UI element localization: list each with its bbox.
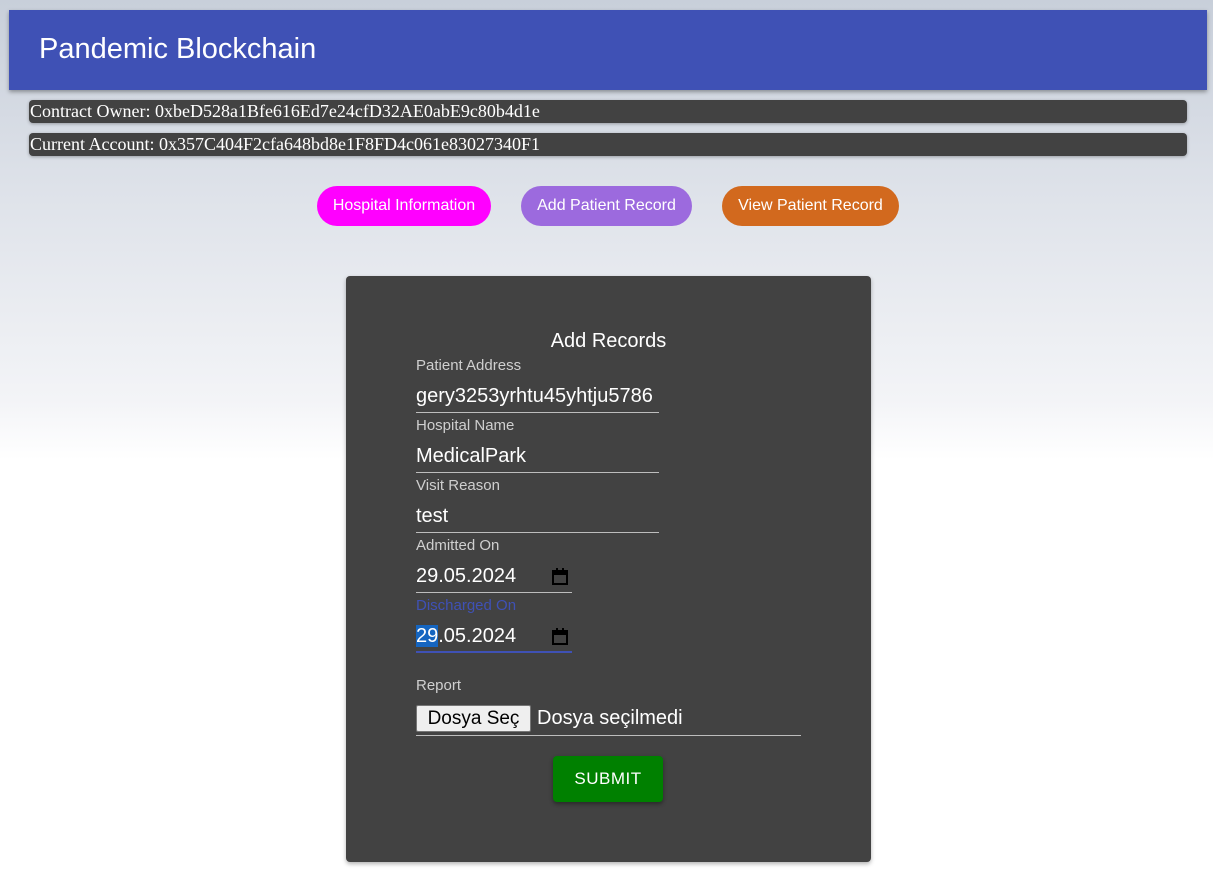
report-file-input: Dosya Seç Dosya seçilmedi	[416, 704, 801, 736]
admitted-on-value: 29.05.2024	[416, 565, 517, 587]
current-account-bar: Current Account: 0x357C404F2cfa648bd8e1F…	[29, 133, 1187, 156]
calendar-icon[interactable]	[552, 568, 568, 585]
submit-button[interactable]: SUBMIT	[553, 756, 663, 802]
discharged-on-input[interactable]: 29.05.2024	[416, 620, 572, 653]
add-patient-record-button[interactable]: Add Patient Record	[521, 186, 692, 226]
app-title: Pandemic Blockchain	[39, 33, 317, 65]
calendar-icon[interactable]	[552, 628, 568, 645]
admitted-on-input[interactable]: 29.05.2024	[416, 560, 572, 593]
contract-owner-bar: Contract Owner: 0xbeD528a1Bfe616Ed7e24cf…	[29, 100, 1187, 123]
form-title: Add Records	[550, 330, 667, 352]
visit-reason-input[interactable]: test	[416, 500, 659, 533]
hospital-name-input[interactable]: MedicalPark	[416, 440, 659, 473]
hospital-information-button[interactable]: Hospital Information	[317, 186, 491, 226]
choose-file-button[interactable]: Dosya Seç	[416, 705, 531, 732]
discharged-day-segment[interactable]: 29	[416, 625, 439, 647]
report-label: Report	[416, 677, 462, 694]
app-bar: Pandemic Blockchain	[9, 10, 1207, 90]
view-patient-record-button[interactable]: View Patient Record	[722, 186, 899, 226]
patient-address-label: Patient Address	[416, 357, 522, 374]
discharged-on-label: Discharged On	[416, 597, 517, 614]
admitted-on-label: Admitted On	[416, 537, 500, 554]
visit-reason-label: Visit Reason	[416, 477, 500, 494]
patient-address-input[interactable]: gery3253yrhtu45yhtju5786	[416, 380, 659, 413]
add-records-card: Add Records Patient Address gery3253yrht…	[346, 276, 871, 862]
file-status-text: Dosya seçilmedi	[537, 707, 683, 729]
hospital-name-label: Hospital Name	[416, 417, 515, 434]
discharged-rest-segment: .05.2024	[438, 625, 517, 647]
